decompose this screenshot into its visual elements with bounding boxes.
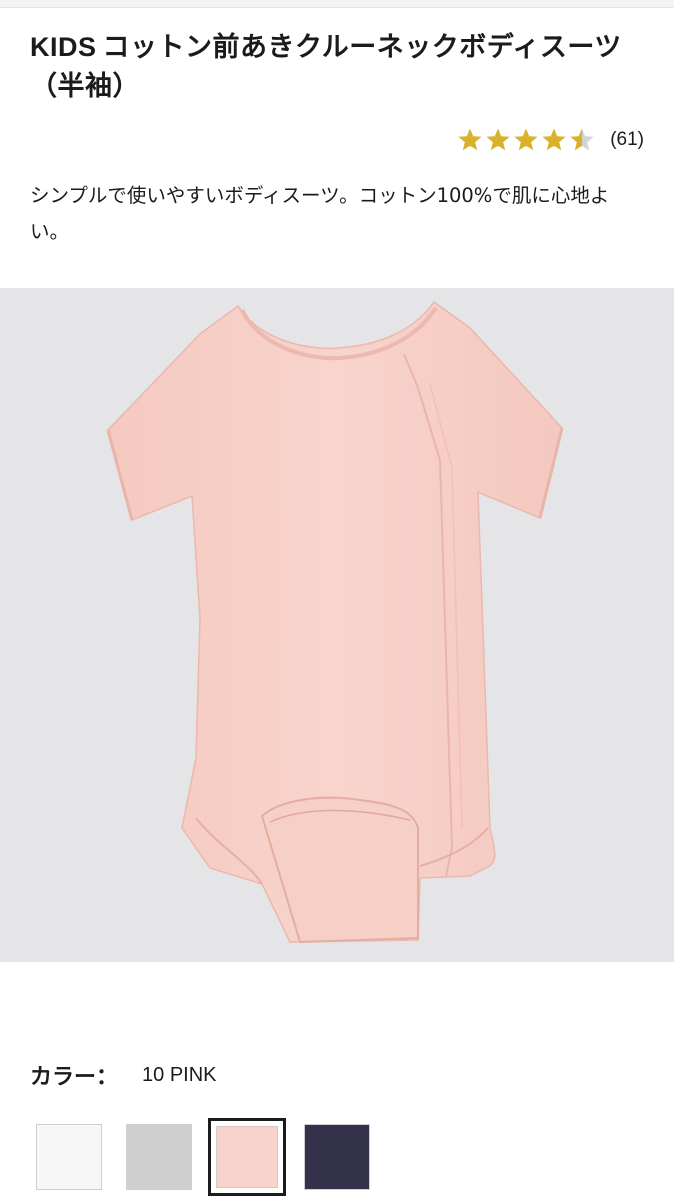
review-count[interactable]: (61): [610, 129, 644, 151]
top-divider: [0, 0, 674, 8]
star-rating: [456, 126, 596, 154]
brand-label: KIDS: [30, 32, 97, 62]
star-full-icon: [542, 128, 566, 151]
star-full-icon: [514, 128, 538, 151]
color-swatch-pink[interactable]: [208, 1118, 286, 1196]
color-swatch-navy[interactable]: [304, 1124, 370, 1190]
selected-color-value: 10 PINK: [142, 1063, 217, 1086]
star-full-icon: [486, 128, 510, 151]
color-label: カラー：: [30, 1065, 119, 1090]
color-swatch-gray[interactable]: [126, 1124, 192, 1190]
product-image-carousel[interactable]: 1 3: [0, 288, 674, 962]
product-title: KIDS コットン前あきクルーネックボディスーツ（半袖）: [30, 28, 650, 106]
bodysuit-image: [106, 300, 564, 944]
color-selector-header: カラー： 10 PINK: [30, 1060, 217, 1091]
color-swatch-white[interactable]: [36, 1124, 102, 1190]
rating-summary[interactable]: (61): [456, 126, 644, 154]
star-half-icon: [570, 128, 594, 151]
color-swatch-pink-fill: [216, 1126, 278, 1188]
product-name: コットン前あきクルーネックボディスーツ（半袖）: [30, 32, 622, 102]
color-swatch-list: [32, 1118, 652, 1200]
star-full-icon: [458, 128, 482, 151]
product-description: シンプルで使いやすいボディスーツ。コットン100%で肌に心地よい。: [30, 184, 610, 243]
